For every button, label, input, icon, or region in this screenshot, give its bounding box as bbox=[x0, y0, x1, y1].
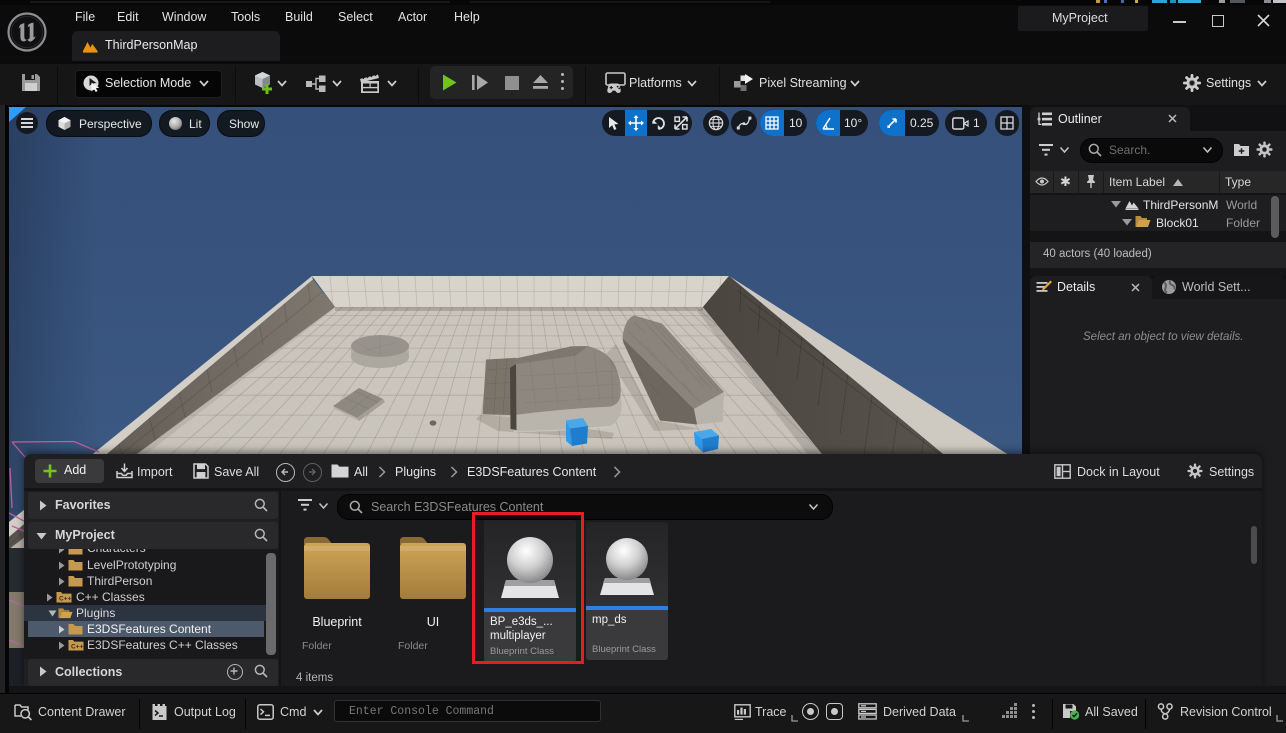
svg-text:C++: C++ bbox=[71, 644, 83, 651]
svg-text:C++: C++ bbox=[59, 596, 71, 603]
